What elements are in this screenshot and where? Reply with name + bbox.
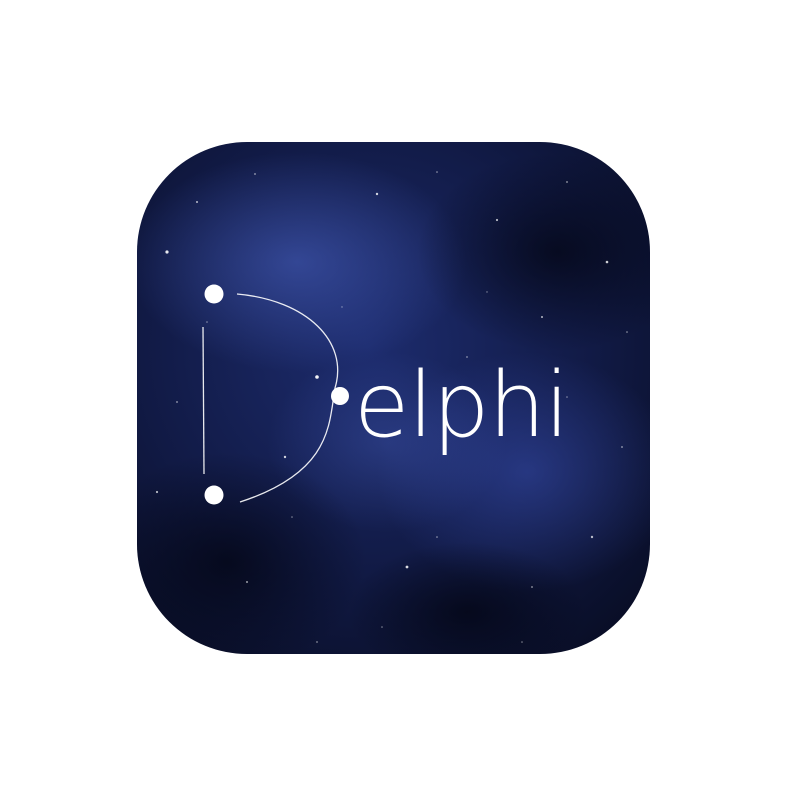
canvas: elphi bbox=[0, 0, 786, 796]
app-icon[interactable]: elphi bbox=[137, 142, 650, 654]
app-icon-artwork: elphi bbox=[137, 142, 650, 654]
wordmark: elphi bbox=[354, 353, 569, 458]
nebula-cloud bbox=[137, 152, 467, 372]
